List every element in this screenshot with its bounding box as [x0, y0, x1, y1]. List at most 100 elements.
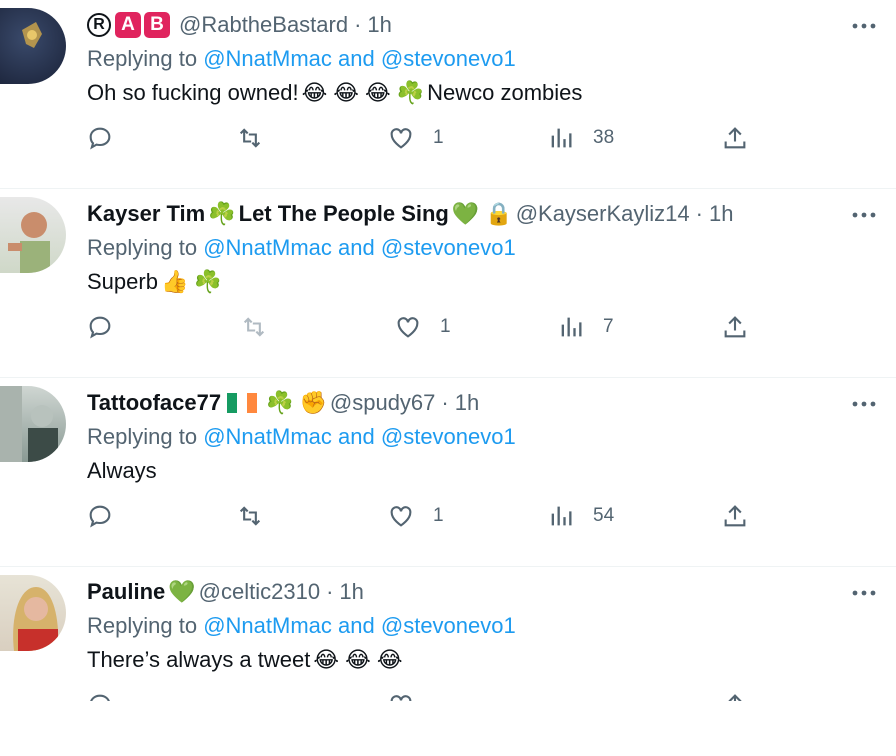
laughing-emoji: 😂 — [365, 80, 391, 105]
like-icon — [390, 695, 412, 701]
views-button[interactable]: 7 — [557, 307, 614, 347]
display-name[interactable]: Tattooface77 — [87, 390, 221, 416]
avatar[interactable] — [0, 386, 66, 462]
separator-dot: · — [354, 12, 362, 37]
views-count: 7 — [603, 316, 614, 337]
reply-button[interactable] — [86, 118, 114, 158]
tweet-actions: 1 7 — [0, 307, 896, 347]
views-icon — [561, 317, 582, 337]
like-button[interactable]: 1 — [394, 307, 451, 347]
like-count: 1 — [440, 316, 451, 337]
green-heart-emoji: 💚 — [451, 201, 480, 226]
views-count: 38 — [593, 127, 615, 148]
tweet-text-main: Always — [87, 458, 157, 483]
like-icon — [397, 317, 419, 338]
like-button[interactable]: 1 — [387, 496, 444, 536]
tweet-header: Kayser Tim ☘️ Let The People Sing 💚 🔒 @K… — [87, 199, 836, 229]
like-icon — [390, 128, 412, 149]
more-icon[interactable] — [852, 14, 876, 38]
tweet[interactable]: Kayser Tim ☘️ Let The People Sing 💚 🔒 @K… — [0, 189, 896, 378]
separator-dot: · — [441, 390, 449, 415]
laughing-emoji: 😂 — [301, 80, 328, 105]
like-button[interactable]: 1 — [387, 118, 444, 158]
replying-to: Replying to @NnatMmac and @stevonevo1 — [87, 613, 516, 639]
display-name[interactable]: Kayser Tim — [87, 201, 205, 227]
timestamp[interactable]: 1h — [455, 390, 479, 416]
timestamp[interactable]: 1h — [709, 201, 733, 227]
tweet-actions — [0, 693, 896, 701]
reply-mention-link[interactable]: @NnatMmac and @stevonevo1 — [203, 46, 516, 71]
replying-prefix: Replying to — [87, 424, 198, 449]
reply-mention-link[interactable]: @NnatMmac and @stevonevo1 — [203, 235, 516, 260]
like-icon — [390, 506, 412, 527]
tweet[interactable]: Tattooface77 ☘️ ✊ @spudy67 · 1h Replying… — [0, 378, 896, 567]
share-icon — [728, 694, 742, 701]
retweet-icon — [239, 128, 261, 148]
thumbs-up-emoji: 👍 — [160, 269, 189, 294]
shamrock-emoji: ☘️ — [396, 80, 425, 105]
tweet-actions: 1 54 — [0, 496, 896, 536]
display-name-suffix: Let The People Sing — [238, 201, 449, 226]
display-name[interactable]: Pauline — [87, 579, 165, 605]
avatar[interactable] — [0, 575, 66, 651]
views-icon — [551, 128, 572, 148]
tweet-actions: 1 38 — [0, 118, 896, 158]
user-handle[interactable]: @KayserKayliz14 — [516, 201, 690, 227]
tweet-text: There’s always a tweet 😂 😂 😂 — [87, 647, 406, 673]
more-icon[interactable] — [852, 581, 876, 605]
retweet-button[interactable] — [240, 307, 268, 347]
share-button[interactable] — [721, 496, 749, 536]
reply-button[interactable] — [86, 693, 114, 701]
letter-a-badge: A — [115, 12, 141, 38]
reply-mention-link[interactable]: @NnatMmac and @stevonevo1 — [203, 613, 516, 638]
tweet[interactable]: Pauline 💚 @celtic2310 · 1h Replying to @… — [0, 567, 896, 756]
shamrock-emoji: ☘️ — [266, 390, 294, 415]
share-button[interactable] — [721, 118, 749, 158]
green-heart-emoji: 💚 — [168, 579, 196, 604]
views-button[interactable]: 38 — [547, 118, 614, 158]
user-handle[interactable]: @RabtheBastard — [179, 12, 348, 38]
replying-to: Replying to @NnatMmac and @stevonevo1 — [87, 424, 516, 450]
laughing-emoji: 😂 — [376, 647, 403, 672]
tweet-text-main: Oh so fucking owned! — [87, 80, 299, 105]
ireland-flag-icon — [227, 393, 258, 413]
tweet-header: Tattooface77 ☘️ ✊ @spudy67 · 1h — [87, 388, 836, 418]
lock-icon: 🔒 — [485, 201, 513, 226]
tweet-text: Always — [87, 458, 157, 484]
views-button[interactable]: 54 — [547, 496, 614, 536]
user-handle[interactable]: @spudy67 — [330, 390, 436, 416]
tweet-header: R A B @RabtheBastard · 1h — [87, 10, 836, 40]
share-button[interactable] — [721, 307, 749, 347]
more-icon[interactable] — [852, 203, 876, 227]
replying-prefix: Replying to — [87, 235, 198, 260]
timestamp[interactable]: 1h — [339, 579, 363, 605]
like-button[interactable] — [387, 693, 415, 701]
laughing-emoji: 😂 — [313, 647, 340, 672]
retweet-icon — [243, 317, 265, 337]
tweet[interactable]: R A B @RabtheBastard · 1h Replying to @N… — [0, 0, 896, 189]
avatar[interactable] — [0, 197, 66, 273]
reply-icon — [89, 505, 111, 528]
timestamp[interactable]: 1h — [367, 12, 391, 38]
reply-mention-link[interactable]: @NnatMmac and @stevonevo1 — [203, 424, 516, 449]
share-icon — [724, 505, 746, 527]
more-icon[interactable] — [852, 392, 876, 416]
reply-button[interactable] — [86, 496, 114, 536]
replying-to: Replying to @NnatMmac and @stevonevo1 — [87, 46, 516, 72]
reply-icon — [89, 127, 111, 150]
separator-dot: · — [326, 579, 334, 604]
user-handle[interactable]: @celtic2310 — [199, 579, 320, 605]
share-button[interactable] — [721, 693, 749, 701]
share-icon — [724, 316, 746, 338]
tweet-text: Oh so fucking owned! 😂 😂 😂 ☘️ Newco zomb… — [87, 80, 582, 106]
reply-button[interactable] — [86, 307, 114, 347]
tweet-text: Superb 👍 ☘️ — [87, 269, 225, 295]
share-icon — [724, 127, 746, 149]
retweet-button[interactable] — [236, 118, 264, 158]
retweet-button[interactable] — [236, 496, 264, 536]
avatar[interactable] — [0, 8, 66, 84]
tweet-text-main: Superb — [87, 269, 158, 294]
shamrock-emoji: ☘️ — [194, 269, 222, 294]
views-icon — [551, 506, 572, 526]
shamrock-emoji: ☘️ — [208, 201, 236, 226]
